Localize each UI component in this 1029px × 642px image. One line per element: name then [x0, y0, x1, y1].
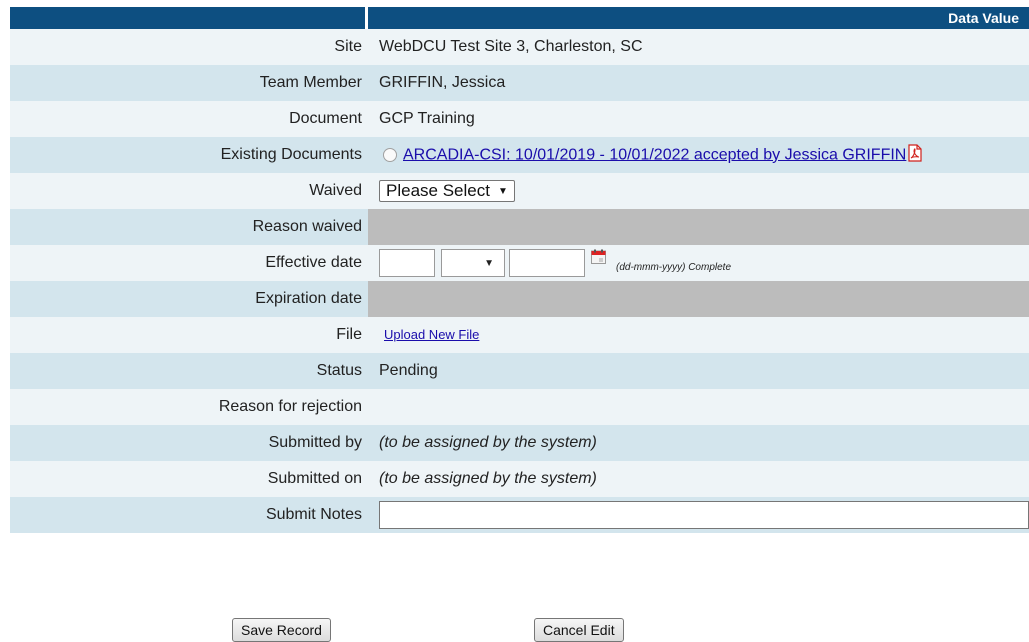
status-row: Status Pending — [10, 353, 1029, 389]
team-member-row: Team Member GRIFFIN, Jessica — [10, 65, 1029, 101]
effective-year-input[interactable] — [509, 249, 585, 277]
reason-waived-field — [368, 209, 1029, 245]
document-value: GCP Training — [368, 101, 1029, 137]
existing-document-link[interactable]: ARCADIA-CSI: 10/01/2019 - 10/01/2022 acc… — [403, 146, 906, 163]
submit-notes-row: Submit Notes — [10, 497, 1029, 533]
submitted-on-value: (to be assigned by the system) — [368, 461, 1029, 497]
effective-day-input[interactable] — [379, 249, 435, 277]
table-header-row: Data Value — [10, 7, 1029, 29]
existing-documents-row: Existing Documents ARCADIA-CSI: 10/01/20… — [10, 137, 1029, 173]
reason-waived-label: Reason waived — [10, 209, 368, 245]
header-data-value: Data Value — [368, 7, 1029, 29]
radio-button-icon[interactable] — [383, 148, 397, 162]
status-label: Status — [10, 353, 368, 389]
dropdown-arrow-icon: ▼ — [484, 257, 494, 269]
site-label: Site — [10, 29, 368, 65]
effective-date-label: Effective date — [10, 245, 368, 281]
waived-row: Waived Please Select ▼ — [10, 173, 1029, 209]
submit-notes-input[interactable] — [379, 501, 1029, 529]
submitted-on-row: Submitted on (to be assigned by the syst… — [10, 461, 1029, 497]
reason-waived-row: Reason waived — [10, 209, 1029, 245]
effective-date-value: ▼ (dd-mmm-yyyy) Complete — [368, 245, 1029, 281]
file-value: Upload New File — [368, 317, 1029, 353]
record-form-table: Data Value Site WebDCU Test Site 3, Char… — [10, 7, 1029, 533]
expiration-date-label: Expiration date — [10, 281, 368, 317]
team-member-value: GRIFFIN, Jessica — [368, 65, 1029, 101]
document-row: Document GCP Training — [10, 101, 1029, 137]
submit-notes-label: Submit Notes — [10, 497, 368, 533]
date-format-hint: (dd-mmm-yyyy) Complete — [616, 261, 732, 273]
existing-documents-label: Existing Documents — [10, 137, 368, 173]
submitted-on-label: Submitted on — [10, 461, 368, 497]
effective-date-row: Effective date ▼ (dd-mmm-yyyy) Complete — [10, 245, 1029, 281]
file-row: File Upload New File — [10, 317, 1029, 353]
status-value: Pending — [368, 353, 1029, 389]
expiration-date-row: Expiration date — [10, 281, 1029, 317]
team-member-label: Team Member — [10, 65, 368, 101]
reason-rejection-label: Reason for rejection — [10, 389, 368, 425]
header-label-column — [10, 7, 368, 29]
waived-value: Please Select ▼ — [368, 173, 1029, 209]
submitted-by-label: Submitted by — [10, 425, 368, 461]
waived-label: Waived — [10, 173, 368, 209]
save-record-button[interactable]: Save Record — [232, 618, 331, 642]
calendar-icon[interactable] — [591, 249, 606, 269]
submitted-by-row: Submitted by (to be assigned by the syst… — [10, 425, 1029, 461]
upload-new-file-link[interactable]: Upload New File — [384, 327, 479, 342]
site-value: WebDCU Test Site 3, Charleston, SC — [368, 29, 1029, 65]
effective-month-select[interactable]: ▼ — [441, 249, 505, 277]
waived-selected-value: Please Select — [386, 181, 490, 200]
document-label: Document — [10, 101, 368, 137]
submit-notes-value — [368, 497, 1029, 533]
site-row: Site WebDCU Test Site 3, Charleston, SC — [10, 29, 1029, 65]
existing-documents-value: ARCADIA-CSI: 10/01/2019 - 10/01/2022 acc… — [368, 137, 1029, 173]
file-label: File — [10, 317, 368, 353]
dropdown-arrow-icon: ▼ — [497, 185, 508, 197]
waived-select[interactable]: Please Select ▼ — [379, 180, 515, 202]
cancel-edit-button[interactable]: Cancel Edit — [534, 618, 624, 642]
reason-rejection-value — [368, 389, 1029, 425]
pdf-icon[interactable] — [907, 143, 923, 167]
reason-rejection-row: Reason for rejection — [10, 389, 1029, 425]
submitted-by-value: (to be assigned by the system) — [368, 425, 1029, 461]
expiration-date-field — [368, 281, 1029, 317]
